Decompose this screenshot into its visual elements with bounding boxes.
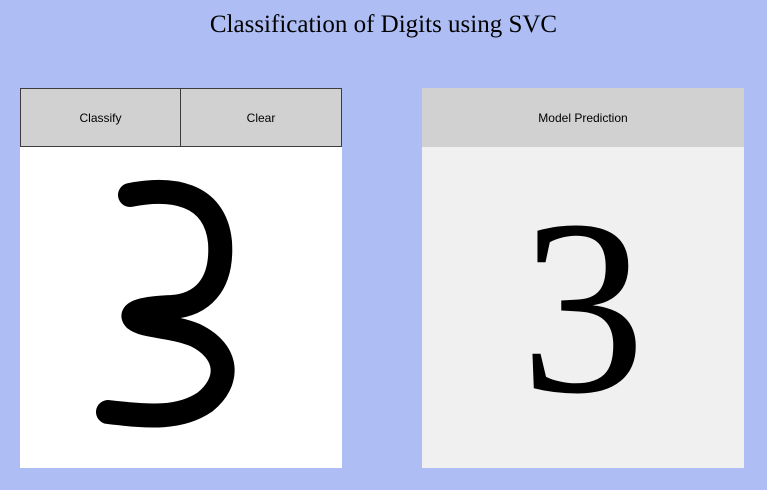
classify-button[interactable]: Classify (20, 88, 181, 147)
prediction-panel: Model Prediction 3 (422, 88, 744, 468)
app-title: Classification of Digits using SVC (209, 11, 558, 38)
predicted-digit: 3 (520, 168, 646, 446)
model-prediction-header: Model Prediction (422, 88, 744, 147)
handwritten-digit-stroke (96, 179, 235, 428)
drawing-canvas[interactable] (20, 147, 342, 468)
drawing-panel: Classify Clear (20, 88, 342, 468)
clear-button[interactable]: Clear (180, 88, 342, 147)
